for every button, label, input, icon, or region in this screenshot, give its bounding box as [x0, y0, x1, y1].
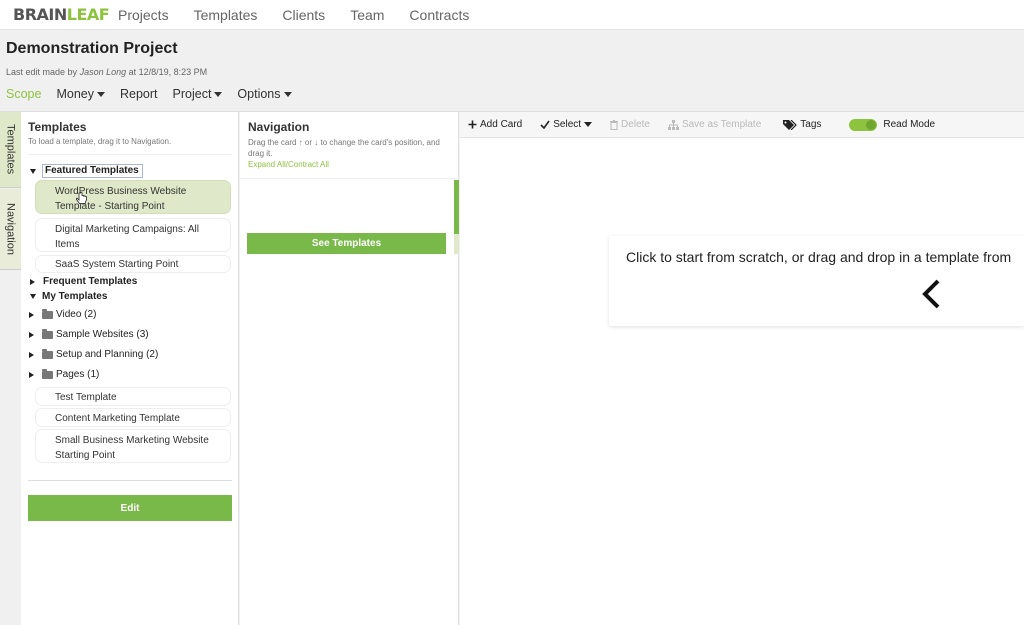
drop-zone-card[interactable]: Click to start from scratch, or drag and… — [609, 236, 1024, 326]
add-card-button[interactable]: Add Card — [468, 119, 522, 130]
tab-scope[interactable]: Scope — [6, 87, 41, 101]
expand-triangle-icon[interactable] — [29, 311, 34, 318]
expand-triangle-icon[interactable] — [30, 278, 35, 285]
edit-button[interactable]: Edit — [28, 495, 232, 521]
page-title: Demonstration Project — [6, 40, 178, 57]
templates-panel-subtitle: To load a template, drag it to Navigatio… — [28, 137, 172, 146]
last-edit-info: Last edit made by Jason Long at 12/8/19,… — [6, 67, 208, 77]
select-dropdown[interactable]: Select — [540, 119, 593, 130]
templates-panel-title: Templates — [28, 120, 87, 134]
delete-button[interactable]: Delete — [610, 119, 650, 130]
tab-report[interactable]: Report — [120, 87, 158, 101]
folder-setup-planning[interactable]: Setup and Planning (2) — [29, 348, 158, 360]
toggle-switch[interactable] — [849, 118, 878, 131]
top-nav-links: Projects Templates Clients Team Contract… — [118, 7, 494, 23]
divider — [28, 480, 232, 481]
sitemap-icon — [667, 119, 679, 130]
see-templates-button[interactable]: See Templates — [247, 233, 446, 254]
expand-triangle-icon[interactable] — [30, 168, 36, 174]
template-card-test[interactable]: Test Template — [35, 387, 231, 406]
tags-button[interactable]: Tags — [783, 119, 821, 130]
tab-options[interactable]: Options — [237, 87, 292, 101]
navigation-panel-subtitle: Drag the card ↑ or ↓ to change the card'… — [248, 138, 440, 158]
project-header: Demonstration Project Last edit made by … — [0, 30, 1024, 112]
folder-pages[interactable]: Pages (1) — [29, 368, 99, 380]
folder-icon — [42, 348, 53, 359]
expand-all-link[interactable]: Expand All/Contract All — [248, 160, 329, 169]
drop-indicator-light — [454, 234, 459, 254]
template-card-wordpress[interactable]: WordPress Business Website Template - St… — [35, 180, 231, 214]
nav-link-templates[interactable]: Templates — [194, 7, 258, 23]
navigation-panel: Navigation Drag the card ↑ or ↓ to chang… — [240, 112, 459, 625]
nav-link-team[interactable]: Team — [350, 7, 384, 23]
plus-icon — [468, 120, 477, 129]
template-card-small-business[interactable]: Small Business Marketing Website Startin… — [35, 429, 231, 463]
template-card-saas[interactable]: SaaS System Starting Point — [35, 255, 231, 273]
tree-featured-templates[interactable]: Featured Templates — [30, 164, 143, 178]
divider — [240, 178, 459, 179]
card-toolbar: Add Card Select Delete Save as Template … — [460, 112, 1024, 138]
expand-triangle-icon[interactable] — [29, 371, 34, 378]
chevron-down-icon — [214, 92, 223, 98]
chevron-down-icon — [283, 92, 292, 98]
navigation-panel-title: Navigation — [248, 120, 310, 134]
save-as-template-button[interactable]: Save as Template — [667, 119, 761, 130]
side-vertical-tabs: Templates Navigation — [0, 112, 21, 270]
chevron-left-icon — [922, 279, 940, 309]
expand-triangle-icon[interactable] — [29, 351, 34, 358]
check-icon — [540, 120, 550, 129]
folder-icon — [42, 308, 53, 319]
brainleaf-logo[interactable]: BRAINLEAF — [13, 5, 110, 24]
tree-frequent-templates[interactable]: Frequent Templates — [30, 276, 137, 287]
chevron-down-icon — [96, 92, 105, 98]
folder-icon — [42, 368, 53, 379]
vtab-navigation[interactable]: Navigation — [0, 189, 21, 270]
expand-triangle-icon[interactable] — [30, 294, 36, 299]
templates-panel: Templates To load a template, drag it to… — [21, 112, 239, 625]
expand-triangle-icon[interactable] — [29, 331, 34, 338]
nav-link-projects[interactable]: Projects — [118, 7, 169, 23]
hand-cursor-icon — [76, 192, 87, 204]
tab-project[interactable]: Project — [173, 87, 223, 101]
template-card-content-marketing[interactable]: Content Marketing Template — [35, 408, 231, 427]
trash-icon — [610, 119, 619, 130]
template-card-digital-marketing[interactable]: Digital Marketing Campaigns: All Items — [35, 218, 231, 252]
top-navigation: BRAINLEAF Projects Templates Clients Tea… — [0, 0, 1024, 30]
folder-sample-websites[interactable]: Sample Websites (3) — [29, 328, 149, 340]
folder-icon — [42, 328, 53, 339]
folder-video[interactable]: Video (2) — [29, 308, 96, 320]
tree-my-templates[interactable]: My Templates — [30, 291, 107, 302]
vtab-templates[interactable]: Templates — [0, 112, 21, 188]
drop-instructions: Click to start from scratch, or drag and… — [626, 249, 1012, 265]
project-tabs: Scope Money Report Project Options — [6, 87, 307, 101]
nav-link-clients[interactable]: Clients — [282, 7, 325, 23]
content-area: Add Card Select Delete Save as Template … — [460, 112, 1024, 625]
tab-money[interactable]: Money — [56, 87, 105, 101]
chevron-down-icon — [584, 122, 593, 127]
tags-icon — [783, 119, 798, 130]
divider — [28, 154, 232, 155]
read-mode-toggle[interactable]: Read Mode — [849, 118, 935, 131]
nav-link-contracts[interactable]: Contracts — [409, 7, 469, 23]
